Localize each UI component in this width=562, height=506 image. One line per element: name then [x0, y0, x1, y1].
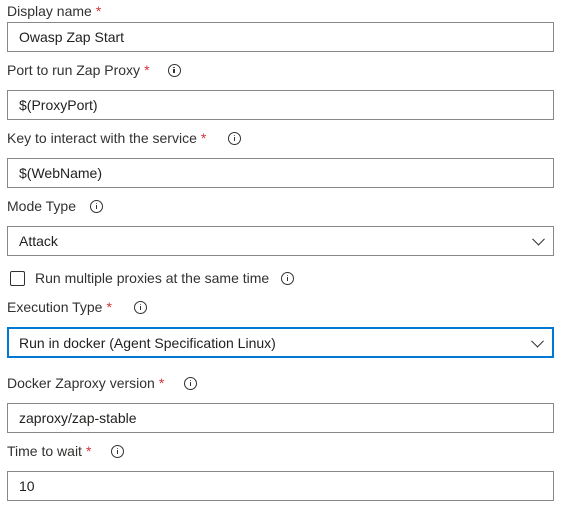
zap-port-label: Port to run Zap Proxy *: [7, 61, 181, 79]
mode-type-label: Mode Type: [7, 197, 104, 215]
execution-type-label-text: Execution Type: [7, 299, 103, 315]
info-icon[interactable]: [90, 199, 104, 213]
info-icon[interactable]: [133, 300, 147, 314]
mode-type-value: Attack: [19, 233, 58, 249]
info-icon[interactable]: [281, 271, 295, 285]
mode-type-select[interactable]: Attack: [7, 226, 554, 256]
zap-port-value: $(ProxyPort): [19, 97, 98, 113]
chevron-down-icon: [531, 334, 544, 348]
required-marker: *: [95, 3, 102, 19]
multiple-proxies-label: Run multiple proxies at the same time: [35, 270, 270, 286]
execution-type-value: Run in docker (Agent Specification Linux…: [19, 334, 276, 351]
execution-type-label: Execution Type *: [7, 298, 147, 316]
service-key-input[interactable]: $(WebName): [7, 158, 554, 188]
service-key-value: $(WebName): [19, 165, 102, 181]
display-name-label-text: Display name: [7, 3, 92, 19]
multiple-proxies-checkbox[interactable]: [10, 270, 25, 286]
zap-task-form: Display name * Owasp Zap Start Port to r…: [0, 0, 562, 506]
info-icon[interactable]: [167, 63, 181, 77]
required-marker: *: [85, 443, 92, 459]
info-icon[interactable]: [184, 376, 198, 390]
time-to-wait-label-text: Time to wait: [7, 443, 82, 459]
time-to-wait-value: 10: [19, 478, 35, 494]
docker-version-label-text: Docker Zaproxy version: [7, 375, 155, 391]
required-marker: *: [158, 375, 165, 391]
zap-port-label-text: Port to run Zap Proxy: [7, 62, 141, 78]
required-marker: *: [144, 62, 150, 78]
time-to-wait-input[interactable]: 10: [7, 471, 554, 501]
info-icon[interactable]: [228, 131, 242, 145]
service-key-label-text: Key to interact with the service: [7, 130, 197, 146]
docker-version-value: zaproxy/zap-stable: [19, 410, 137, 426]
required-marker: *: [106, 299, 112, 315]
docker-version-label: Docker Zaproxy version *: [7, 374, 198, 392]
info-icon[interactable]: [111, 444, 125, 458]
zap-port-input[interactable]: $(ProxyPort): [7, 90, 554, 120]
time-to-wait-label: Time to wait *: [7, 442, 125, 460]
mode-type-label-text: Mode Type: [7, 198, 77, 214]
execution-type-select[interactable]: Run in docker (Agent Specification Linux…: [7, 327, 554, 358]
chevron-down-icon: [532, 232, 545, 246]
docker-version-input[interactable]: zaproxy/zap-stable: [7, 403, 554, 433]
multiple-proxies-row: Run multiple proxies at the same time: [10, 270, 295, 286]
display-name-label: Display name *: [7, 2, 101, 20]
display-name-value: Owasp Zap Start: [19, 29, 125, 45]
service-key-label: Key to interact with the service *: [7, 129, 242, 147]
required-marker: *: [200, 130, 207, 146]
display-name-input[interactable]: Owasp Zap Start: [7, 22, 554, 52]
